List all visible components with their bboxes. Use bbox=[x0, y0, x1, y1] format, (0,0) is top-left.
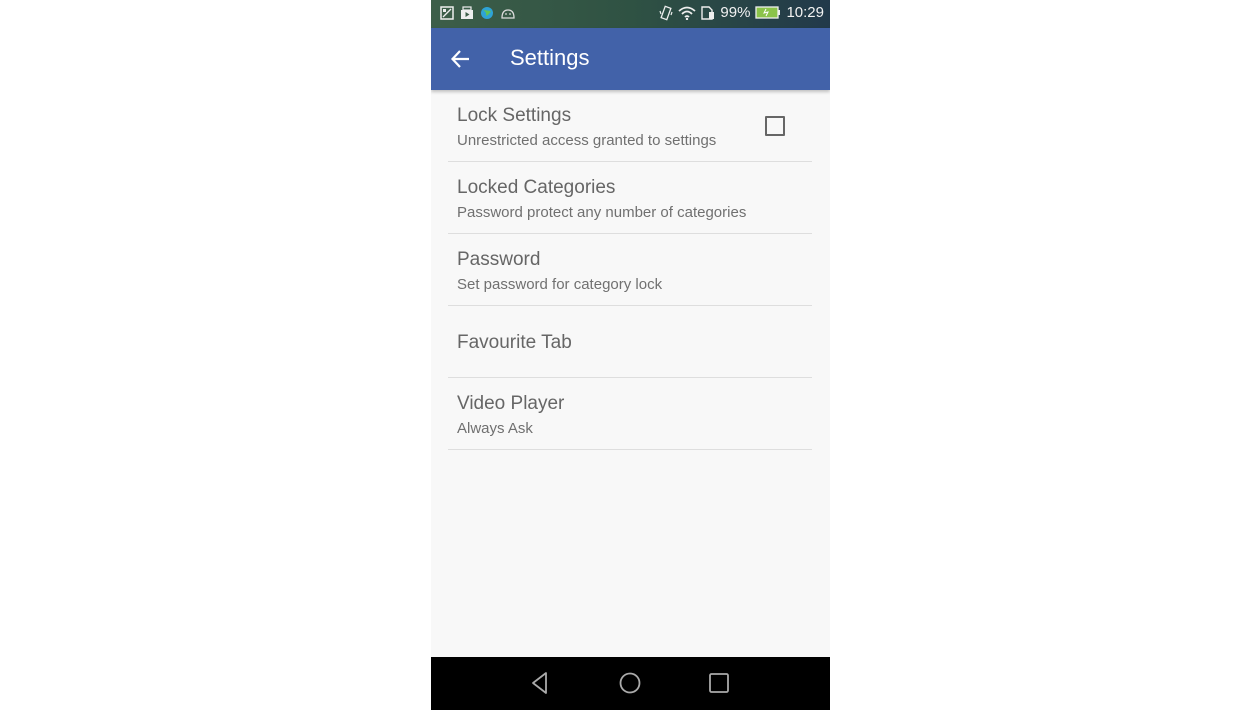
arrow-left-icon bbox=[450, 50, 469, 68]
home-circle-icon bbox=[619, 672, 641, 694]
nav-home-button[interactable] bbox=[617, 670, 643, 696]
setting-title: Video Player bbox=[457, 393, 565, 414]
nav-back-button[interactable] bbox=[528, 670, 554, 696]
setting-summary: Always Ask bbox=[457, 420, 533, 437]
vibrate-icon bbox=[659, 5, 673, 20]
battery-icon bbox=[755, 6, 781, 19]
setting-summary: Unrestricted access granted to settings bbox=[457, 132, 717, 149]
gallery-icon bbox=[440, 6, 454, 20]
back-triangle-icon bbox=[532, 672, 547, 694]
setting-summary: Password protect any number of categorie… bbox=[457, 204, 747, 221]
setting-summary: Set password for category lock bbox=[457, 276, 663, 293]
sim-icon bbox=[701, 5, 715, 20]
setting-title: Locked Categories bbox=[457, 177, 616, 198]
clock: 10:29 bbox=[786, 4, 824, 21]
page-title: Settings bbox=[510, 45, 590, 70]
back-button[interactable] bbox=[449, 47, 475, 71]
setting-lock-settings[interactable]: Lock Settings Unrestricted access grante… bbox=[448, 90, 812, 162]
lock-settings-checkbox[interactable] bbox=[765, 116, 785, 136]
setting-video-player[interactable]: Video Player Always Ask bbox=[448, 378, 812, 450]
settings-list: Lock Settings Unrestricted access grante… bbox=[431, 90, 830, 450]
navigation-bar bbox=[431, 657, 830, 710]
globe-icon bbox=[481, 7, 493, 19]
setting-title: Password bbox=[457, 249, 541, 270]
recents-square-icon bbox=[709, 673, 729, 693]
android-icon bbox=[501, 9, 515, 19]
phone-screen: 99% 10:29 Settings Lock Settings Unrestr… bbox=[431, 0, 830, 710]
nav-recents-button[interactable] bbox=[706, 670, 732, 696]
status-bar: 99% 10:29 bbox=[431, 0, 830, 28]
setting-password[interactable]: Password Set password for category lock bbox=[448, 234, 812, 306]
setting-locked-categories[interactable]: Locked Categories Password protect any n… bbox=[448, 162, 812, 234]
wifi-icon bbox=[678, 6, 697, 20]
app-bar: Settings bbox=[431, 28, 830, 90]
setting-favourite-tab[interactable]: Favourite Tab bbox=[448, 306, 812, 378]
media-icon bbox=[461, 6, 473, 19]
setting-title: Favourite Tab bbox=[457, 332, 572, 353]
setting-title: Lock Settings bbox=[457, 105, 572, 126]
battery-percent: 99% bbox=[720, 4, 751, 21]
